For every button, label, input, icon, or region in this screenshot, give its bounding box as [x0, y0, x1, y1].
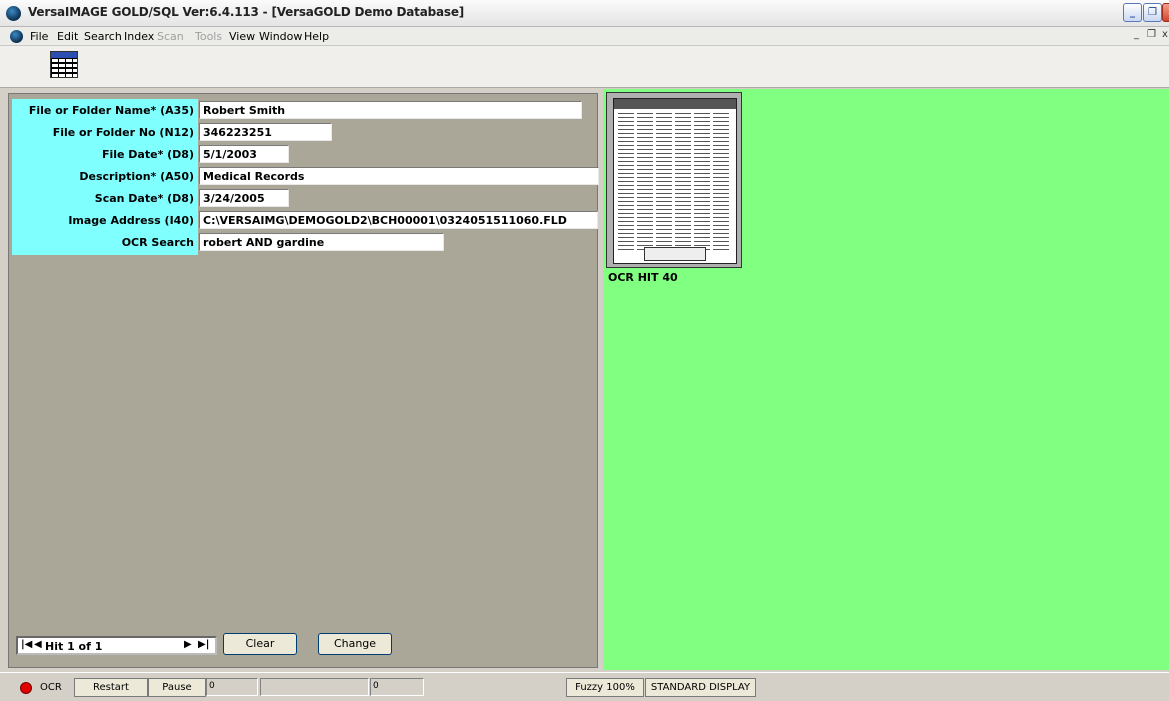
hit-counter: Hit 1 of 1: [45, 640, 103, 653]
minimize-button[interactable]: _: [1123, 3, 1142, 22]
menu-index[interactable]: Index: [124, 30, 154, 43]
image-address-field[interactable]: C:\VERSAIMG\DEMOGOLD2\BCH00001\032405151…: [199, 211, 598, 229]
menu-scan[interactable]: Scan: [157, 30, 184, 43]
field-label-number: File or Folder No (N12): [52, 126, 194, 139]
prev-record-button[interactable]: ◀: [34, 639, 42, 650]
toolbar: [0, 46, 1169, 88]
display-mode-button[interactable]: STANDARD DISPLAY: [645, 678, 756, 697]
document-thumbnail[interactable]: [606, 92, 742, 268]
restore-button[interactable]: ❐: [1143, 3, 1162, 22]
menu-search[interactable]: Search: [84, 30, 122, 43]
menu-edit[interactable]: Edit: [57, 30, 78, 43]
clear-button[interactable]: Clear: [223, 633, 297, 655]
status-count-field-2: 0: [370, 678, 424, 696]
status-count-field: 0: [206, 678, 258, 696]
fuzzy-button[interactable]: Fuzzy 100%: [566, 678, 644, 697]
title-bar: VersaIMAGE GOLD/SQL Ver:6.4.113 - [Versa…: [0, 0, 1169, 27]
close-button[interactable]: ✕: [1162, 3, 1169, 22]
menu-window[interactable]: Window: [259, 30, 302, 43]
menu-view[interactable]: View: [229, 30, 255, 43]
first-record-button[interactable]: |◀: [21, 639, 32, 650]
status-bar: OCR Restart Pause 0 0 Fuzzy 100% STANDAR…: [0, 672, 1169, 701]
field-label-ocr-search: OCR Search: [121, 236, 194, 249]
thumbnail-caption: OCR HIT 40: [608, 271, 678, 284]
field-label-image-address: Image Address (I40): [68, 214, 194, 227]
mdi-restore-button[interactable]: ❐: [1147, 29, 1156, 40]
menu-help[interactable]: Help: [304, 30, 329, 43]
field-label-scan-date: Scan Date* (D8): [94, 192, 194, 205]
change-button[interactable]: Change: [318, 633, 392, 655]
file-number-field[interactable]: 346223251: [199, 123, 332, 141]
app-icon[interactable]: [6, 6, 21, 21]
field-labels-panel: File or Folder Name* (A35) File or Folde…: [12, 99, 198, 255]
ocr-search-field[interactable]: robert AND gardine: [199, 233, 444, 251]
field-label-name: File or Folder Name* (A35): [28, 104, 194, 117]
file-date-field[interactable]: 5/1/2003: [199, 145, 289, 163]
restart-button[interactable]: Restart: [74, 678, 148, 697]
ocr-status-indicator-icon: [20, 682, 32, 694]
next-record-button[interactable]: ▶: [184, 639, 192, 650]
document-icon[interactable]: [10, 30, 23, 43]
menu-file[interactable]: File: [30, 30, 48, 43]
field-label-file-date: File Date* (D8): [101, 148, 194, 161]
scan-date-field[interactable]: 3/24/2005: [199, 189, 289, 207]
menu-bar: File Edit Search Index Scan Tools View W…: [0, 27, 1169, 46]
window-title: VersaIMAGE GOLD/SQL Ver:6.4.113 - [Versa…: [28, 5, 465, 19]
record-navigator: |◀ ◀ Hit 1 of 1 ▶ ▶|: [16, 636, 217, 655]
mdi-minimize-button[interactable]: _: [1134, 29, 1139, 40]
table-grid-icon[interactable]: [50, 51, 78, 78]
document-page-image: [613, 98, 737, 264]
ocr-status-label: OCR: [40, 682, 62, 693]
file-name-field[interactable]: Robert Smith: [199, 101, 582, 119]
mdi-close-button[interactable]: x: [1162, 29, 1168, 40]
last-record-button[interactable]: ▶|: [198, 639, 209, 650]
description-field[interactable]: Medical Records: [199, 167, 599, 185]
status-progress-field: [260, 678, 369, 696]
pause-button[interactable]: Pause: [148, 678, 206, 697]
menu-tools[interactable]: Tools: [195, 30, 222, 43]
field-label-description: Description* (A50): [79, 170, 194, 183]
